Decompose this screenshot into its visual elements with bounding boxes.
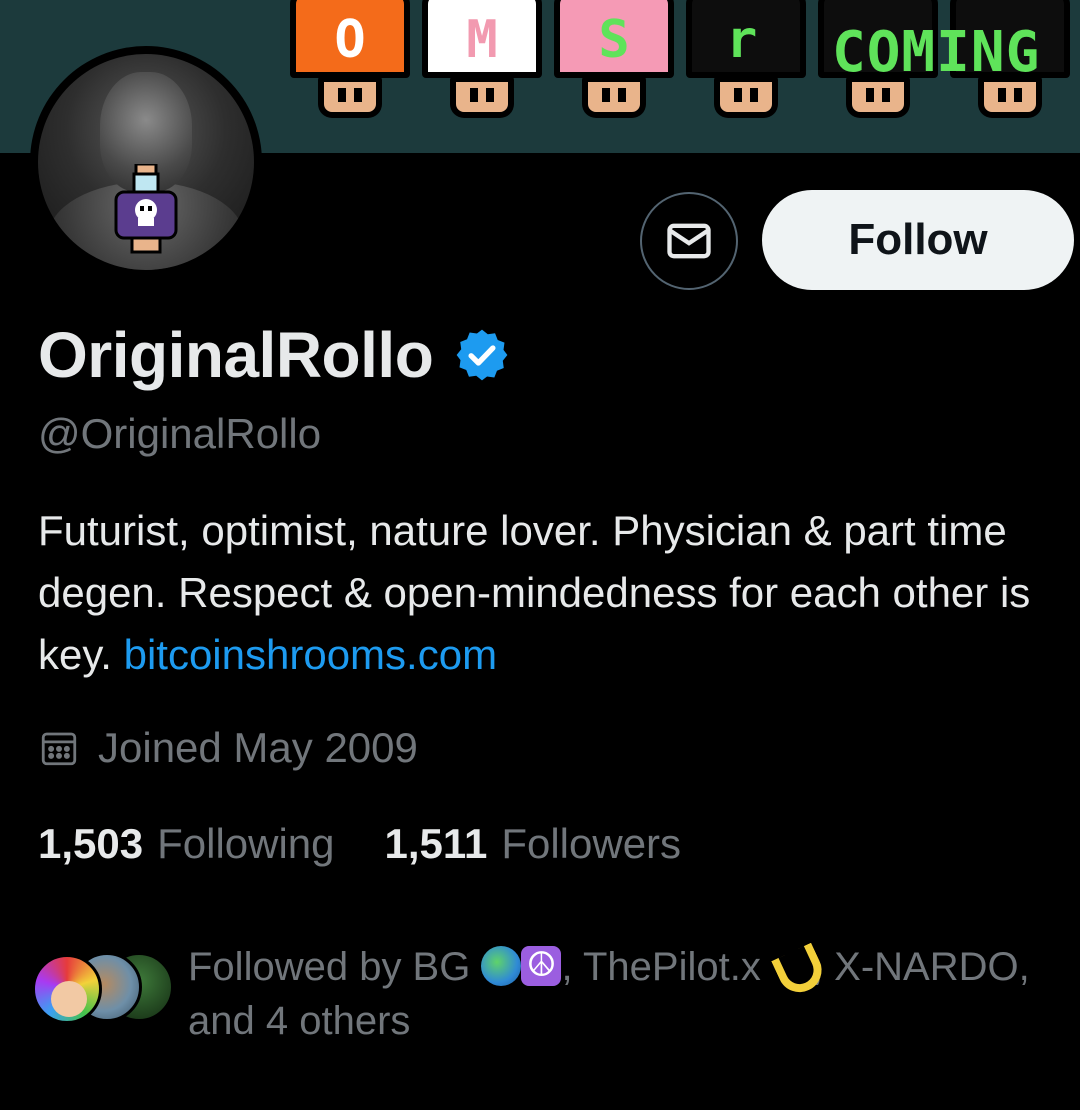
- shroom-letter: S: [598, 10, 630, 70]
- followed-by-name3: , X-NARDO,: [811, 945, 1030, 989]
- joined-date: Joined May 2009: [38, 724, 418, 772]
- followers-link[interactable]: 1,511 Followers: [385, 820, 682, 868]
- following-link[interactable]: 1,503 Following: [38, 820, 335, 868]
- following-count: 1,503: [38, 820, 144, 867]
- shroom-letter: M: [466, 10, 498, 70]
- followed-by-text: Followed by BG , ThePilot.x , X-NARDO, a…: [188, 940, 1068, 1048]
- followed-by-avatars: [28, 950, 174, 1030]
- shroom-m: M: [418, 0, 546, 130]
- shroom-stem: [582, 76, 646, 118]
- verified-badge-icon[interactable]: [453, 326, 511, 384]
- followers-label: Followers: [501, 820, 682, 867]
- peace-icon: [521, 944, 562, 986]
- profile-avatar[interactable]: [30, 46, 262, 278]
- shroom-stem: [714, 76, 778, 118]
- envelope-icon: [667, 223, 711, 259]
- shroom-stem: [450, 76, 514, 118]
- poison-potion-icon: [114, 164, 178, 254]
- shroom-cap: O: [290, 0, 410, 78]
- followers-count: 1,511: [384, 820, 488, 867]
- profile-page: O M S r COMING Follow OriginalRollo @Ori…: [0, 0, 1080, 1110]
- globe-icon: [481, 946, 522, 986]
- bio-website-link[interactable]: bitcoinshrooms.com: [124, 631, 497, 678]
- message-button[interactable]: [640, 192, 738, 290]
- shroom-letter: r: [726, 10, 758, 70]
- profile-stats: 1,503 Following 1,511 Followers: [38, 820, 681, 868]
- followed-by-name2: , ThePilot.x: [561, 945, 772, 989]
- joined-text: Joined May 2009: [98, 724, 418, 771]
- display-name: OriginalRollo: [38, 319, 434, 391]
- shroom-cap: S: [554, 0, 674, 78]
- calendar-icon: [41, 732, 77, 766]
- followed-by-prefix: Followed by BG: [188, 945, 482, 989]
- shroom-cap: r: [686, 0, 806, 78]
- shroom-cap: M: [422, 0, 542, 78]
- shroom-stem: [318, 76, 382, 118]
- follower-avatar: [32, 954, 102, 1024]
- shroom-o: O: [286, 0, 414, 130]
- banana-icon: [772, 946, 812, 986]
- name-row: OriginalRollo: [38, 318, 511, 392]
- shroom-s: S: [550, 0, 678, 130]
- follow-button[interactable]: Follow: [762, 190, 1074, 290]
- avatar-image: [38, 54, 254, 270]
- user-handle: @OriginalRollo: [38, 410, 322, 457]
- profile-bio: Futurist, optimist, nature lover. Physic…: [38, 500, 1058, 686]
- shroom-letter: O: [334, 10, 366, 70]
- shroom-r: r: [682, 0, 810, 130]
- banner-coming-text: COMING: [832, 20, 1041, 85]
- following-label: Following: [157, 820, 335, 867]
- followed-by-suffix: and 4 others: [188, 999, 411, 1043]
